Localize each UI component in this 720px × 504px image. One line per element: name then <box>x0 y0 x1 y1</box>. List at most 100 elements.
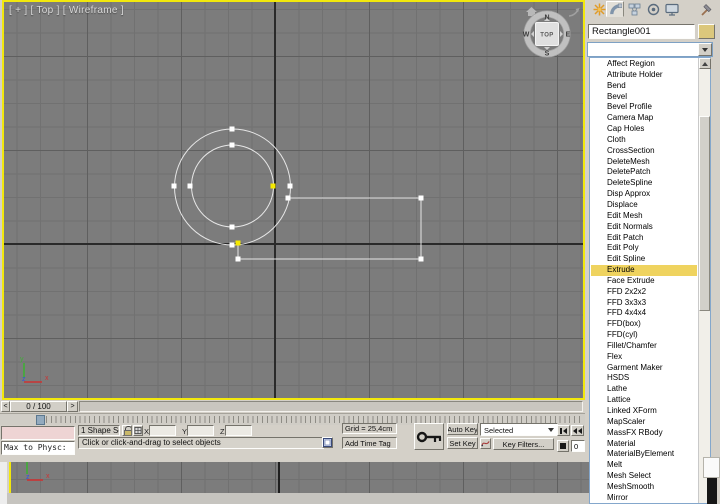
viewcube-rotate-icon[interactable] <box>568 8 580 17</box>
time-prev-button[interactable]: < <box>1 401 10 412</box>
modifier-item-ffd-2x2x2[interactable]: FFD 2x2x2 <box>591 287 697 298</box>
modifier-item-displace[interactable]: Displace <box>591 200 697 211</box>
modifier-item-cap-holes[interactable]: Cap Holes <box>591 124 697 135</box>
track-bar-ticks <box>46 416 582 423</box>
modifier-item-melt[interactable]: Melt <box>591 460 697 471</box>
scrollbar-thumb[interactable] <box>699 116 710 311</box>
viewcube[interactable]: N E S W TOP <box>513 3 583 65</box>
auto-key-button[interactable]: Auto Key <box>447 423 478 435</box>
x-coord-field[interactable] <box>149 425 176 436</box>
key-filters-button[interactable]: Key Filters... <box>493 438 554 450</box>
y-coord-field[interactable] <box>187 425 214 436</box>
key-mode-toggle-button[interactable] <box>557 440 569 452</box>
tab-motion[interactable] <box>646 2 661 16</box>
modifier-list-scrollbar[interactable] <box>698 58 711 503</box>
modifier-item-garment-maker[interactable]: Garment Maker <box>591 363 697 374</box>
modifier-item-deletepatch[interactable]: DeletePatch <box>591 167 697 178</box>
scroll-up-button[interactable] <box>699 58 711 69</box>
viewcube-east-label[interactable]: E <box>566 32 571 39</box>
tab-utilities[interactable] <box>697 2 712 16</box>
modifier-item-edit-mesh[interactable]: Edit Mesh <box>591 211 697 222</box>
modifier-item-crosssection[interactable]: CrossSection <box>591 146 697 157</box>
viewport-label[interactable]: [ + ] [ Top ] [ Wireframe ] <box>9 5 124 16</box>
modifier-dropdown-arrow[interactable] <box>698 43 712 56</box>
3ds-max-window: [ + ] [ Top ] [ Wireframe ] N E S W <box>0 0 720 504</box>
modifier-item-linked-xform[interactable]: Linked XForm <box>591 406 697 417</box>
modifier-item-camera-map[interactable]: Camera Map <box>591 113 697 124</box>
modifier-item-ffd-3x3x3[interactable]: FFD 3x3x3 <box>591 298 697 309</box>
transform-gizmo-toggle[interactable] <box>133 425 143 436</box>
selection-lock-button[interactable] <box>122 425 132 436</box>
modifier-item-edit-normals[interactable]: Edit Normals <box>591 222 697 233</box>
time-slider-thumb[interactable]: 0 / 100 <box>10 401 67 412</box>
modifier-item-extrude[interactable]: Extrude <box>591 265 697 276</box>
key-tangent-button[interactable] <box>480 438 491 449</box>
modifier-item-meshsmooth[interactable]: MeshSmooth <box>591 482 697 493</box>
modifier-item-face-extrude[interactable]: Face Extrude <box>591 276 697 287</box>
modifier-item-mesh-select[interactable]: Mesh Select <box>591 471 697 482</box>
modifier-item-bend[interactable]: Bend <box>591 81 697 92</box>
modifier-item-edit-patch[interactable]: Edit Patch <box>591 233 697 244</box>
modifier-item-bevel-profile[interactable]: Bevel Profile <box>591 102 697 113</box>
object-color-swatch[interactable] <box>698 24 715 39</box>
viewcube-west-label[interactable]: W <box>523 32 530 39</box>
time-next-button[interactable]: > <box>67 401 78 412</box>
axis-tripod-bottom: z x <box>26 462 50 481</box>
modifier-item-hsds[interactable]: HSDS <box>591 373 697 384</box>
modifier-item-edit-poly[interactable]: Edit Poly <box>591 243 697 254</box>
modifier-item-fillet-chamfer[interactable]: Fillet/Chamfer <box>591 341 697 352</box>
modifier-item-materialbyelement[interactable]: MaterialByElement <box>591 449 697 460</box>
go-to-start-button[interactable] <box>557 425 570 436</box>
current-frame-field[interactable] <box>571 440 585 452</box>
modifier-item-lathe[interactable]: Lathe <box>591 384 697 395</box>
viewport-bottom[interactable]: z x <box>11 462 589 493</box>
modifier-item-affect-region[interactable]: Affect Region <box>591 59 697 70</box>
add-time-tag[interactable]: Add Time Tag <box>342 437 397 449</box>
viewport-top[interactable]: [ + ] [ Top ] [ Wireframe ] N E S W <box>2 0 585 400</box>
z-coord-field[interactable] <box>225 425 252 436</box>
modifier-item-cloth[interactable]: Cloth <box>591 135 697 146</box>
tab-display[interactable] <box>664 2 679 16</box>
viewcube-arrow-east-icon[interactable] <box>560 31 563 37</box>
modifier-item-disp-approx[interactable]: Disp Approx <box>591 189 697 200</box>
modifier-dropdown[interactable] <box>587 42 713 57</box>
viewcube-south-label[interactable]: S <box>545 51 550 58</box>
modifier-item-material[interactable]: Material <box>591 439 697 450</box>
modifier-item-flex[interactable]: Flex <box>591 352 697 363</box>
modifier-item-ffd-cyl-[interactable]: FFD(cyl) <box>591 330 697 341</box>
tab-create[interactable] <box>592 2 607 16</box>
modifier-item-mapscaler[interactable]: MapScaler <box>591 417 697 428</box>
tripod-z-label: z <box>22 376 26 383</box>
modifier-item-deletespline[interactable]: DeleteSpline <box>591 178 697 189</box>
viewport-grid[interactable]: [ + ] [ Top ] [ Wireframe ] N E S W <box>4 2 583 398</box>
set-keys-button[interactable] <box>414 423 444 450</box>
modifier-dropdown-list: Affect Region Attribute Holder Bend Bevel Be… <box>589 57 711 504</box>
object-name-field[interactable]: Rectangle001 <box>588 24 695 39</box>
tab-modify[interactable] <box>606 1 624 17</box>
modifier-item-ffd-box-[interactable]: FFD(box) <box>591 319 697 330</box>
viewcube-arrow-west-icon[interactable] <box>531 31 534 37</box>
triangle-left-icon <box>563 427 567 434</box>
maxscript-mini-listener-white[interactable]: Max to Physc: <box>1 441 75 455</box>
modifier-item-lattice[interactable]: Lattice <box>591 395 697 406</box>
axis-tripod-main: y z x <box>20 356 49 383</box>
key-mode-combo[interactable]: Selected <box>480 423 558 436</box>
modifier-item-edit-spline[interactable]: Edit Spline <box>591 254 697 265</box>
maxscript-mini-listener-pink[interactable] <box>1 426 75 440</box>
key-mode-value: Selected <box>484 426 514 435</box>
previous-frame-button[interactable] <box>571 425 584 436</box>
shape-svg[interactable] <box>4 2 583 398</box>
tab-hierarchy[interactable] <box>627 2 642 16</box>
modifier-item-mirror[interactable]: Mirror <box>591 493 697 503</box>
modifier-item-ffd-4x4x4[interactable]: FFD 4x4x4 <box>591 308 697 319</box>
modifier-item-massfx-rbody[interactable]: MassFX RBody <box>591 428 697 439</box>
modifier-item-deletemesh[interactable]: DeleteMesh <box>591 157 697 168</box>
selection-region-button[interactable] <box>322 437 333 448</box>
modifier-item-bevel[interactable]: Bevel <box>591 92 697 103</box>
set-key-button[interactable]: Set Key <box>447 437 478 449</box>
time-slider-track[interactable] <box>79 401 583 412</box>
time-slider: < 0 / 100 > <box>0 400 586 413</box>
modifier-list: Affect Region Attribute Holder Bend Bevel Be… <box>591 59 697 503</box>
modify-curve-icon <box>609 3 622 14</box>
modifier-item-attribute-holder[interactable]: Attribute Holder <box>591 70 697 81</box>
